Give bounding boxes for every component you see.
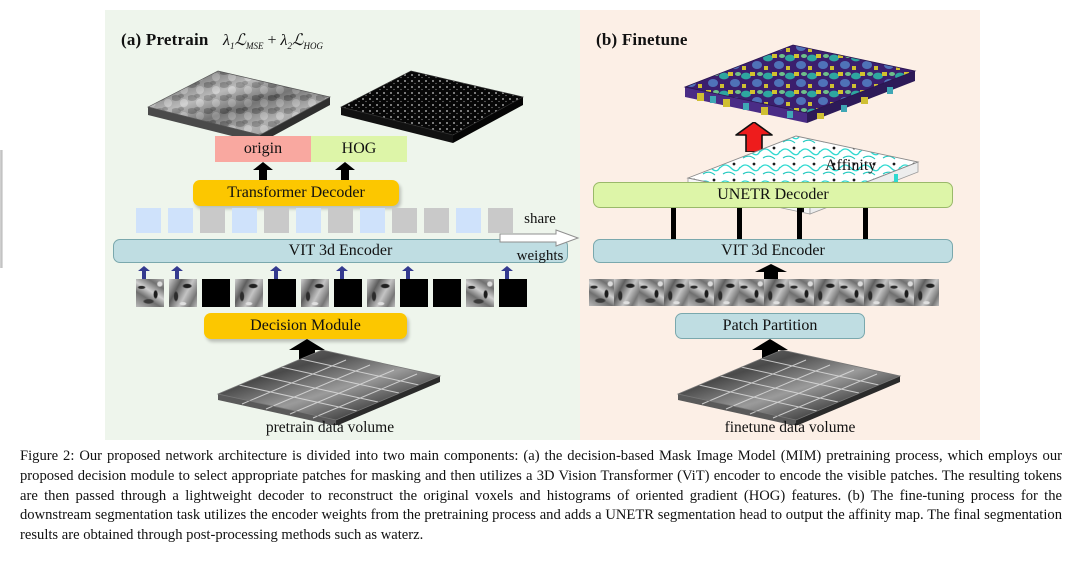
figure-architecture-diagram: (a) Pretrain λ1ℒMSE + λ2ℒHOG origin HOG … xyxy=(0,0,1080,440)
share-weights-arrow-icon xyxy=(499,229,580,247)
figure-caption-prefix: Figure 2: xyxy=(20,448,75,464)
share-weights-top-label: share xyxy=(524,211,556,227)
share-weights-annotation: share weights xyxy=(498,212,582,264)
unetr-decoder-box[interactable]: UNETR Decoder xyxy=(593,182,953,208)
input-patch-strip xyxy=(136,279,532,307)
input-patch-visible xyxy=(466,279,494,307)
skip-connection xyxy=(797,208,802,240)
target-origin-label: origin xyxy=(243,140,283,157)
selection-marks xyxy=(138,266,513,279)
finetune-vit-encoder-label: VIT 3d Encoder xyxy=(721,242,825,259)
loss-hog: HOG xyxy=(303,41,323,52)
finetune-patch xyxy=(614,279,639,306)
hog-reconstruction-slab xyxy=(340,70,524,143)
loss-cal1: ℒ xyxy=(234,30,246,49)
token-blue xyxy=(136,208,161,233)
input-patch-masked xyxy=(433,279,461,307)
transformer-decoder-box[interactable]: Transformer Decoder xyxy=(193,180,399,206)
transformer-decoder-label: Transformer Decoder xyxy=(227,184,365,201)
input-patch-masked xyxy=(499,279,527,307)
panel-pretrain-label: (a) Pretrain xyxy=(121,30,209,49)
input-patch-visible xyxy=(169,279,197,307)
finetune-data-volume xyxy=(676,350,902,425)
panel-finetune: (b) Finetune Affinity UNETR Decoder VIT … xyxy=(580,10,980,440)
finetune-patch xyxy=(739,279,764,306)
loss-lambda1: λ xyxy=(223,32,230,49)
input-patch-masked xyxy=(268,279,296,307)
skip-connection xyxy=(863,208,868,240)
share-weights-bottom-label: weights xyxy=(516,248,564,264)
pretrain-vit-encoder-label: VIT 3d Encoder xyxy=(288,242,393,259)
pretrain-data-volume xyxy=(216,350,442,425)
token-strip xyxy=(136,208,520,233)
input-patch-masked xyxy=(334,279,362,307)
token-blue xyxy=(232,208,257,233)
token-blue xyxy=(168,208,193,233)
skip-connection xyxy=(737,208,742,240)
finetune-patch xyxy=(589,279,614,306)
loss-cal2: ℒ xyxy=(291,30,304,49)
finetune-vit-encoder-box[interactable]: VIT 3d Encoder xyxy=(593,239,953,263)
input-patch-visible xyxy=(367,279,395,307)
finetune-patch-strip xyxy=(589,279,939,306)
loss-formula: λ1ℒMSE + λ2ℒHOG xyxy=(223,30,323,51)
origin-reconstruction-slab xyxy=(147,70,331,143)
finetune-patch xyxy=(714,279,739,306)
finetune-patch xyxy=(789,279,814,306)
finetune-patch xyxy=(814,279,839,306)
token-gray xyxy=(264,208,289,233)
finetune-patch xyxy=(639,279,664,306)
token-blue xyxy=(456,208,481,233)
token-gray xyxy=(392,208,417,233)
finetune-patch xyxy=(914,279,939,306)
token-gray xyxy=(200,208,225,233)
finetune-patch xyxy=(839,279,864,306)
loss-plus: + xyxy=(267,32,277,49)
finetune-patch xyxy=(864,279,889,306)
segmentation-result-slab xyxy=(683,44,917,123)
unetr-decoder-label: UNETR Decoder xyxy=(717,186,829,203)
finetune-patch xyxy=(664,279,689,306)
token-gray xyxy=(328,208,353,233)
target-hog-box[interactable]: HOG xyxy=(311,136,407,162)
input-patch-masked xyxy=(202,279,230,307)
input-patch-visible xyxy=(136,279,164,307)
loss-mse: MSE xyxy=(245,41,264,52)
input-patch-visible xyxy=(235,279,263,307)
panel-finetune-label: (b) Finetune xyxy=(596,30,688,49)
patch-partition-label: Patch Partition xyxy=(722,317,818,334)
skip-connection xyxy=(671,208,676,240)
finetune-patch xyxy=(764,279,789,306)
input-patch-masked xyxy=(400,279,428,307)
decision-module-label: Decision Module xyxy=(250,317,361,334)
target-origin-box[interactable]: origin xyxy=(215,136,311,162)
finetune-volume-label: finetune data volume xyxy=(724,419,856,436)
token-blue xyxy=(360,208,385,233)
token-gray xyxy=(424,208,449,233)
token-blue xyxy=(296,208,321,233)
decision-module-box[interactable]: Decision Module xyxy=(204,313,407,339)
patch-partition-box[interactable]: Patch Partition xyxy=(675,313,865,339)
finetune-patch xyxy=(889,279,914,306)
figure-caption: Figure 2: Our proposed network architect… xyxy=(20,447,1062,546)
figure-caption-text: Our proposed network architecture is div… xyxy=(20,448,1062,544)
affinity-label: Affinity xyxy=(825,157,877,174)
finetune-patch xyxy=(689,279,714,306)
pretrain-volume-label: pretrain data volume xyxy=(265,419,395,436)
input-patch-visible xyxy=(301,279,329,307)
target-hog-label: HOG xyxy=(341,140,377,157)
